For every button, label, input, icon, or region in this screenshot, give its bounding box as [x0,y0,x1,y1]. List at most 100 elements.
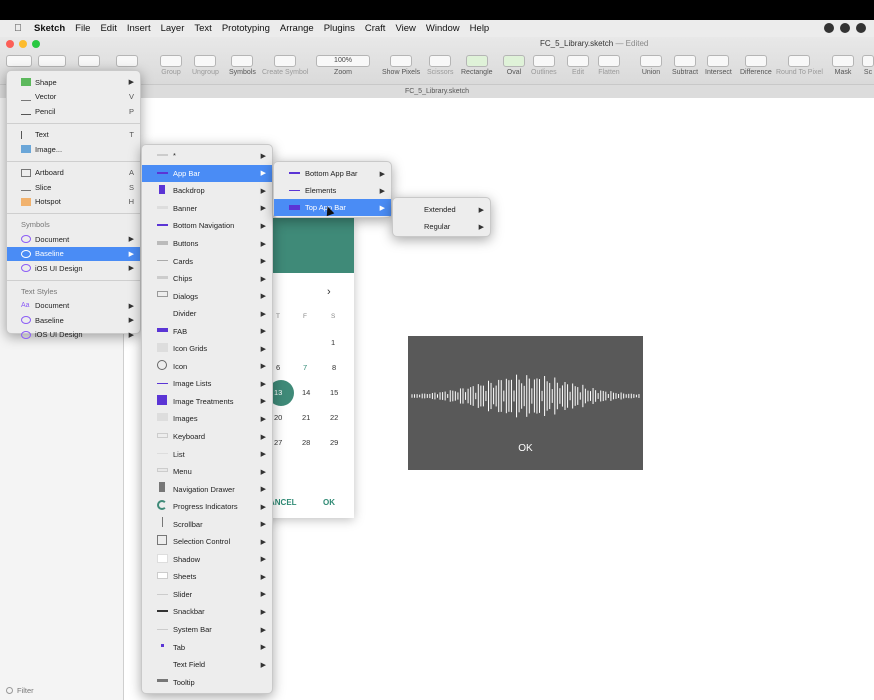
menu-file[interactable]: File [75,23,90,34]
baseline-item-navigation-drawer[interactable]: Navigation Drawer ▶ [142,480,272,498]
insert-shape[interactable]: Shape ▶ [7,75,140,90]
create-symbol-button[interactable]: Create Symbol [262,55,308,76]
menu-window[interactable]: Window [426,23,460,34]
baseline-item-keyboard[interactable]: Keyboard ▶ [142,428,272,446]
artboard-tool-button[interactable] [78,55,100,69]
scale-button[interactable]: Sc [862,55,874,76]
insert-button[interactable] [6,55,32,69]
minimize-icon[interactable] [19,40,27,48]
menu-prototyping[interactable]: Prototyping [222,23,270,34]
baseline-item-snackbar[interactable]: Snackbar ▶ [142,603,272,621]
baseline-item-progress-indicators[interactable]: Progress Indicators ▶ [142,498,272,516]
calendar-day[interactable]: 14 [302,388,310,397]
baseline-item-backdrop[interactable]: Backdrop ▶ [142,182,272,200]
insert-image[interactable]: Image... [7,142,140,157]
baseline-item-list[interactable]: List ▶ [142,445,272,463]
baseline-item-cards[interactable]: Cards ▶ [142,252,272,270]
menu-help[interactable]: Help [470,23,490,34]
zoom-field[interactable]: 100% [316,55,370,67]
text-tool-button[interactable] [116,55,138,69]
menu-insert[interactable]: Insert [127,23,151,34]
baseline-item-selection-control[interactable]: Selection Control ▶ [142,533,272,551]
textstyles-baseline[interactable]: Baseline ▶ [7,313,140,328]
baseline-item-system-bar[interactable]: System Bar ▶ [142,621,272,639]
menu-craft[interactable]: Craft [365,23,386,34]
calendar-day-today[interactable]: 7 [303,363,307,372]
insert-pencil[interactable]: Pencil P [7,104,140,119]
cancel-button[interactable]: ANCEL [269,498,297,507]
evernote-icon[interactable] [840,23,850,33]
flatten-button[interactable]: Flatten [598,55,620,76]
ok-button[interactable]: OK [323,498,335,507]
audio-ok-button[interactable]: OK [408,443,643,454]
baseline-item-image-lists[interactable]: Image Lists ▶ [142,375,272,393]
menu-text[interactable]: Text [194,23,211,34]
baseline-item-scrollbar[interactable]: Scrollbar ▶ [142,515,272,533]
baseline-item-app-bar[interactable]: App Bar ▶ [142,164,272,183]
baseline-item-text-field[interactable]: Text Field ▶ [142,656,272,674]
top-app-bar-extended[interactable]: Extended ▶ [393,201,490,218]
calendar-day[interactable]: 21 [302,413,310,422]
textstyles-document[interactable]: Aa Document ▶ [7,299,140,314]
show-pixels-button[interactable]: Show Pixels [382,55,420,76]
mask-button[interactable]: Mask [832,55,854,76]
symbols-ios-ui-design[interactable]: iOS UI Design ▶ [7,261,140,276]
round-to-pixel-button[interactable]: Round To Pixel [776,55,823,76]
next-month-icon[interactable]: › [327,286,331,298]
baseline-item-slider[interactable]: Slider ▶ [142,586,272,604]
difference-button[interactable]: Difference [740,55,772,76]
insert-text[interactable]: Text T [7,128,140,143]
baseline-item-sheets[interactable]: Sheets ▶ [142,568,272,586]
calendar-day[interactable]: 28 [302,438,310,447]
outlines-button[interactable]: Outlines [531,55,557,76]
symbols-button[interactable]: Symbols [229,55,256,76]
ungroup-button[interactable]: Ungroup [192,55,219,76]
rectangle-button[interactable]: Rectangle [461,55,493,76]
menu-plugins[interactable]: Plugins [324,23,355,34]
calendar-day-selected[interactable]: 13 [274,388,282,397]
app-bar-elements[interactable]: Elements ▶ [274,182,391,199]
baseline-item-banner[interactable]: Banner ▶ [142,200,272,218]
zoom-window-icon[interactable] [32,40,40,48]
layers-button[interactable] [38,55,66,69]
baseline-item-icon[interactable]: Icon ▶ [142,358,272,376]
baseline-item-shadow[interactable]: Shadow ▶ [142,551,272,569]
sync-icon[interactable] [856,23,866,33]
baseline-item-divider[interactable]: Divider ▶ [142,305,272,323]
baseline-item-all[interactable]: * ▶ [142,147,272,165]
apple-icon[interactable]:  [12,23,24,34]
baseline-item-dialogs[interactable]: Dialogs ▶ [142,287,272,305]
calendar-day[interactable]: 22 [330,413,338,422]
insert-slice[interactable]: Slice S [7,180,140,195]
union-button[interactable]: Union [640,55,662,76]
close-icon[interactable] [6,40,14,48]
zoom-control[interactable]: 100% Zoom [316,55,370,76]
filter-field[interactable]: Filter [6,686,34,695]
menu-view[interactable]: View [395,23,415,34]
oval-button[interactable]: Oval [503,55,525,76]
edit-button[interactable]: Edit [567,55,589,76]
baseline-item-tooltip[interactable]: Tooltip [142,673,272,691]
insert-hotspot[interactable]: Hotspot H [7,195,140,210]
record-icon[interactable] [824,23,834,33]
calendar-day[interactable]: 20 [274,413,282,422]
baseline-item-images[interactable]: Images ▶ [142,410,272,428]
scissors-button[interactable]: Scissors [427,55,453,76]
subtract-button[interactable]: Subtract [672,55,698,76]
calendar-day[interactable]: 15 [330,388,338,397]
baseline-item-chips[interactable]: Chips ▶ [142,270,272,288]
menu-edit[interactable]: Edit [100,23,116,34]
calendar-day[interactable]: 27 [274,438,282,447]
top-app-bar-regular[interactable]: Regular ▶ [393,218,490,235]
insert-artboard[interactable]: Artboard A [7,166,140,181]
menu-layer[interactable]: Layer [161,23,185,34]
symbols-baseline[interactable]: Baseline ▶ [7,246,140,261]
group-button[interactable]: Group [160,55,182,76]
calendar-day[interactable]: 29 [330,438,338,447]
menu-arrange[interactable]: Arrange [280,23,314,34]
baseline-item-tab[interactable]: Tab ▶ [142,638,272,656]
baseline-item-fab[interactable]: FAB ▶ [142,322,272,340]
calendar-day[interactable]: 1 [331,338,335,347]
baseline-item-buttons[interactable]: Buttons ▶ [142,235,272,253]
intersect-button[interactable]: Intersect [705,55,732,76]
